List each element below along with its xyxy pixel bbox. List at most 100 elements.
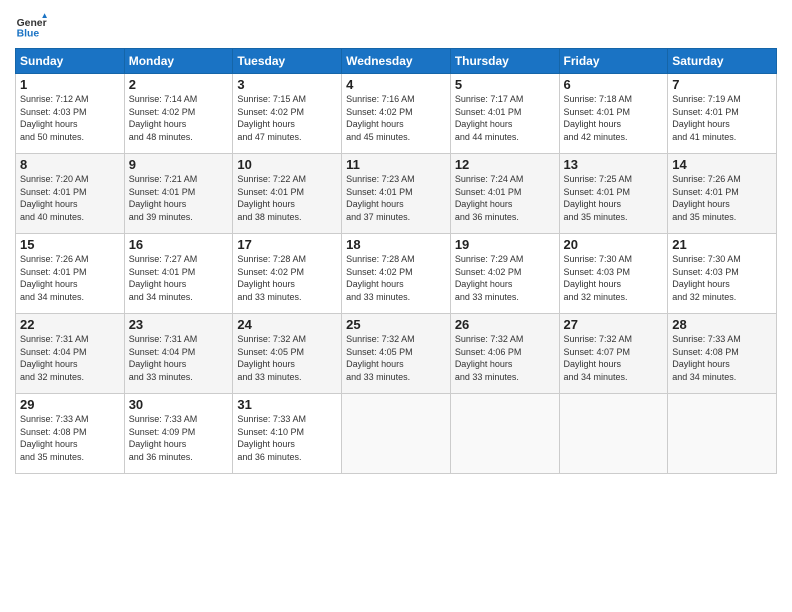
weekday-header-sunday: Sunday xyxy=(16,49,125,74)
day-info: Sunrise: 7:26 AMSunset: 4:01 PMDaylight … xyxy=(20,254,89,302)
day-info: Sunrise: 7:32 AMSunset: 4:05 PMDaylight … xyxy=(346,334,415,382)
calendar-header: SundayMondayTuesdayWednesdayThursdayFrid… xyxy=(16,49,777,74)
calendar-empty-cell xyxy=(342,394,451,474)
day-number: 8 xyxy=(20,157,120,172)
day-number: 27 xyxy=(564,317,664,332)
calendar-day-14: 14Sunrise: 7:26 AMSunset: 4:01 PMDayligh… xyxy=(668,154,777,234)
day-info: Sunrise: 7:18 AMSunset: 4:01 PMDaylight … xyxy=(564,94,633,142)
calendar-empty-cell xyxy=(559,394,668,474)
day-number: 12 xyxy=(455,157,555,172)
weekday-header-thursday: Thursday xyxy=(450,49,559,74)
calendar-day-23: 23 Sunrise: 7:31 AMSunset: 4:04 PMDayligh… xyxy=(124,314,233,394)
calendar-day-17: 17 Sunrise: 7:28 AMSunset: 4:02 PMDayligh… xyxy=(233,234,342,314)
calendar-empty-cell xyxy=(450,394,559,474)
calendar-day-8: 8 Sunrise: 7:20 AMSunset: 4:01 PMDaylight… xyxy=(16,154,125,234)
calendar-week-row: 29Sunrise: 7:33 AMSunset: 4:08 PMDayligh… xyxy=(16,394,777,474)
calendar-day-6: 6Sunrise: 7:18 AMSunset: 4:01 PMDaylight… xyxy=(559,74,668,154)
day-info: Sunrise: 7:33 AMSunset: 4:09 PMDaylight … xyxy=(129,414,198,462)
day-number: 1 xyxy=(20,77,120,92)
calendar-day-4: 4Sunrise: 7:16 AMSunset: 4:02 PMDaylight… xyxy=(342,74,451,154)
day-info: Sunrise: 7:14 AMSunset: 4:02 PMDaylight … xyxy=(129,94,198,142)
day-number: 18 xyxy=(346,237,446,252)
day-number: 25 xyxy=(346,317,446,332)
day-info: Sunrise: 7:33 AMSunset: 4:08 PMDaylight … xyxy=(20,414,89,462)
calendar-day-7: 7Sunrise: 7:19 AMSunset: 4:01 PMDaylight… xyxy=(668,74,777,154)
calendar-empty-cell xyxy=(668,394,777,474)
day-info: Sunrise: 7:32 AMSunset: 4:07 PMDaylight … xyxy=(564,334,633,382)
calendar-day-1: 1 Sunrise: 7:12 AMSunset: 4:03 PMDaylight… xyxy=(16,74,125,154)
calendar-day-3: 3 Sunrise: 7:15 AMSunset: 4:02 PMDaylight… xyxy=(233,74,342,154)
day-info: Sunrise: 7:28 AMSunset: 4:02 PMDaylight … xyxy=(346,254,415,302)
calendar-day-22: 22 Sunrise: 7:31 AMSunset: 4:04 PMDayligh… xyxy=(16,314,125,394)
calendar-day-27: 27 Sunrise: 7:32 AMSunset: 4:07 PMDayligh… xyxy=(559,314,668,394)
calendar-week-row: 1 Sunrise: 7:12 AMSunset: 4:03 PMDaylight… xyxy=(16,74,777,154)
day-number: 21 xyxy=(672,237,772,252)
weekday-header-wednesday: Wednesday xyxy=(342,49,451,74)
calendar-day-11: 11 Sunrise: 7:23 AMSunset: 4:01 PMDayligh… xyxy=(342,154,451,234)
day-info: Sunrise: 7:20 AMSunset: 4:01 PMDaylight … xyxy=(20,174,89,222)
day-info: Sunrise: 7:30 AMSunset: 4:03 PMDaylight … xyxy=(564,254,633,302)
weekday-row: SundayMondayTuesdayWednesdayThursdayFrid… xyxy=(16,49,777,74)
calendar-week-row: 15 Sunrise: 7:26 AMSunset: 4:01 PMDayligh… xyxy=(16,234,777,314)
day-info: Sunrise: 7:28 AMSunset: 4:02 PMDaylight … xyxy=(237,254,306,302)
day-number: 28 xyxy=(672,317,772,332)
svg-text:General: General xyxy=(17,18,47,29)
day-number: 20 xyxy=(564,237,664,252)
calendar-day-9: 9Sunrise: 7:21 AMSunset: 4:01 PMDaylight… xyxy=(124,154,233,234)
day-info: Sunrise: 7:23 AMSunset: 4:01 PMDaylight … xyxy=(346,174,415,222)
day-info: Sunrise: 7:21 AMSunset: 4:01 PMDaylight … xyxy=(129,174,198,222)
day-number: 24 xyxy=(237,317,337,332)
day-number: 7 xyxy=(672,77,772,92)
day-info: Sunrise: 7:31 AMSunset: 4:04 PMDaylight … xyxy=(129,334,198,382)
day-info: Sunrise: 7:15 AMSunset: 4:02 PMDaylight … xyxy=(237,94,306,142)
day-number: 15 xyxy=(20,237,120,252)
day-info: Sunrise: 7:27 AMSunset: 4:01 PMDaylight … xyxy=(129,254,198,302)
day-number: 19 xyxy=(455,237,555,252)
calendar-day-30: 30 Sunrise: 7:33 AMSunset: 4:09 PMDayligh… xyxy=(124,394,233,474)
day-number: 16 xyxy=(129,237,229,252)
calendar-day-20: 20 Sunrise: 7:30 AMSunset: 4:03 PMDayligh… xyxy=(559,234,668,314)
calendar-day-12: 12 Sunrise: 7:24 AMSunset: 4:01 PMDayligh… xyxy=(450,154,559,234)
day-info: Sunrise: 7:22 AMSunset: 4:01 PMDaylight … xyxy=(237,174,306,222)
day-number: 13 xyxy=(564,157,664,172)
day-number: 10 xyxy=(237,157,337,172)
day-info: Sunrise: 7:25 AMSunset: 4:01 PMDaylight … xyxy=(564,174,633,222)
header: General Blue xyxy=(15,10,777,42)
day-number: 26 xyxy=(455,317,555,332)
day-info: Sunrise: 7:30 AMSunset: 4:03 PMDaylight … xyxy=(672,254,741,302)
day-info: Sunrise: 7:12 AMSunset: 4:03 PMDaylight … xyxy=(20,94,89,142)
day-number: 17 xyxy=(237,237,337,252)
calendar-day-31: 31 Sunrise: 7:33 AMSunset: 4:10 PMDayligh… xyxy=(233,394,342,474)
day-info: Sunrise: 7:31 AMSunset: 4:04 PMDaylight … xyxy=(20,334,89,382)
calendar-day-16: 16 Sunrise: 7:27 AMSunset: 4:01 PMDayligh… xyxy=(124,234,233,314)
calendar-day-24: 24Sunrise: 7:32 AMSunset: 4:05 PMDayligh… xyxy=(233,314,342,394)
logo: General Blue xyxy=(15,10,47,42)
calendar-week-row: 22 Sunrise: 7:31 AMSunset: 4:04 PMDayligh… xyxy=(16,314,777,394)
calendar-week-row: 8 Sunrise: 7:20 AMSunset: 4:01 PMDaylight… xyxy=(16,154,777,234)
day-number: 4 xyxy=(346,77,446,92)
weekday-header-tuesday: Tuesday xyxy=(233,49,342,74)
day-info: Sunrise: 7:26 AMSunset: 4:01 PMDaylight … xyxy=(672,174,741,222)
calendar-page: General Blue SundayMondayTuesdayWednesda… xyxy=(0,0,792,612)
day-info: Sunrise: 7:24 AMSunset: 4:01 PMDaylight … xyxy=(455,174,524,222)
calendar-day-5: 5 Sunrise: 7:17 AMSunset: 4:01 PMDaylight… xyxy=(450,74,559,154)
day-info: Sunrise: 7:33 AMSunset: 4:08 PMDaylight … xyxy=(672,334,741,382)
svg-text:Blue: Blue xyxy=(17,28,40,39)
day-info: Sunrise: 7:17 AMSunset: 4:01 PMDaylight … xyxy=(455,94,524,142)
day-number: 23 xyxy=(129,317,229,332)
calendar-day-13: 13 Sunrise: 7:25 AMSunset: 4:01 PMDayligh… xyxy=(559,154,668,234)
calendar-table: SundayMondayTuesdayWednesdayThursdayFrid… xyxy=(15,48,777,474)
day-number: 22 xyxy=(20,317,120,332)
calendar-day-26: 26Sunrise: 7:32 AMSunset: 4:06 PMDayligh… xyxy=(450,314,559,394)
weekday-header-monday: Monday xyxy=(124,49,233,74)
weekday-header-friday: Friday xyxy=(559,49,668,74)
day-number: 31 xyxy=(237,397,337,412)
day-number: 11 xyxy=(346,157,446,172)
day-number: 3 xyxy=(237,77,337,92)
day-number: 30 xyxy=(129,397,229,412)
calendar-day-15: 15 Sunrise: 7:26 AMSunset: 4:01 PMDayligh… xyxy=(16,234,125,314)
day-info: Sunrise: 7:33 AMSunset: 4:10 PMDaylight … xyxy=(237,414,306,462)
calendar-day-28: 28 Sunrise: 7:33 AMSunset: 4:08 PMDayligh… xyxy=(668,314,777,394)
day-number: 5 xyxy=(455,77,555,92)
weekday-header-saturday: Saturday xyxy=(668,49,777,74)
